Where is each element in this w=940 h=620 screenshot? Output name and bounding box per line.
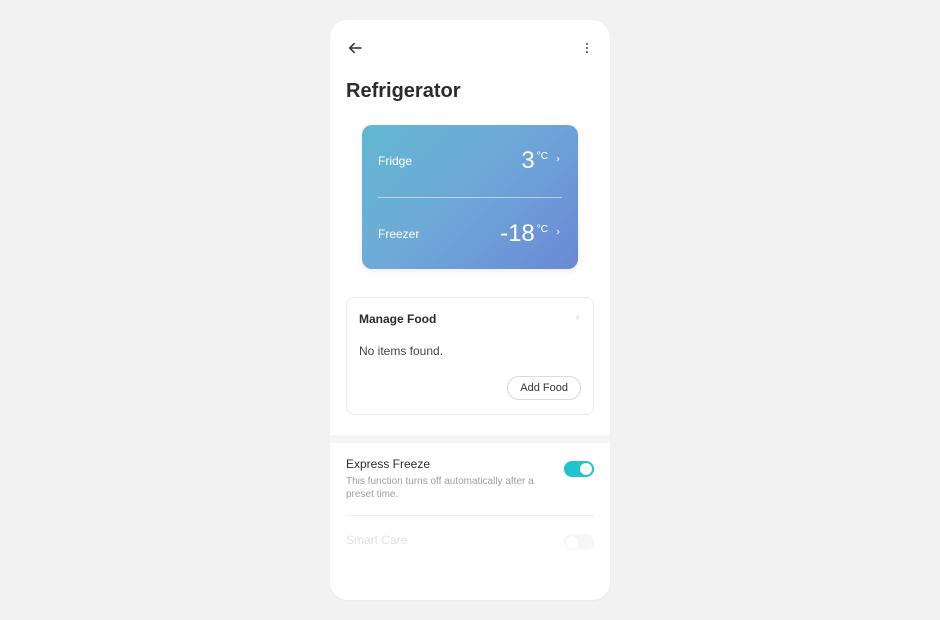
page-title: Refrigerator [346, 80, 594, 103]
manage-food-empty-text: No items found. [359, 344, 581, 358]
chevron-right-icon [554, 152, 562, 170]
manage-food-card: Manage Food No items found. Add Food [346, 297, 594, 415]
smart-care-toggle[interactable] [564, 534, 594, 550]
topbar [346, 38, 594, 58]
temperature-card: Fridge 3 °C Freezer -18 °C [362, 125, 578, 269]
manage-food-title: Manage Food [359, 312, 436, 326]
refrigerator-app-screen: Refrigerator Fridge 3 °C Freezer -18 °C [330, 20, 610, 600]
express-freeze-subtitle: This function turns off automatically af… [346, 475, 554, 501]
add-food-button[interactable]: Add Food [507, 376, 581, 400]
express-freeze-row: Express Freeze This function turns off a… [346, 443, 594, 516]
express-freeze-toggle[interactable] [564, 461, 594, 477]
chevron-right-icon [574, 310, 581, 328]
fridge-value: 3 °C [521, 147, 548, 175]
freezer-temp-row[interactable]: Freezer -18 °C [378, 197, 562, 269]
smart-care-title: Smart Care [346, 533, 407, 547]
smart-care-row[interactable]: Smart Care [346, 516, 594, 580]
freezer-value: -18 °C [500, 220, 548, 248]
chevron-right-icon [554, 225, 562, 243]
section-divider [330, 435, 610, 443]
express-freeze-title: Express Freeze [346, 457, 554, 471]
manage-food-header[interactable]: Manage Food [359, 310, 581, 328]
fridge-label: Fridge [378, 154, 412, 168]
more-vertical-icon[interactable] [580, 41, 594, 55]
back-arrow-icon[interactable] [346, 39, 364, 57]
fridge-temp-row[interactable]: Fridge 3 °C [378, 125, 562, 197]
freezer-label: Freezer [378, 227, 419, 241]
